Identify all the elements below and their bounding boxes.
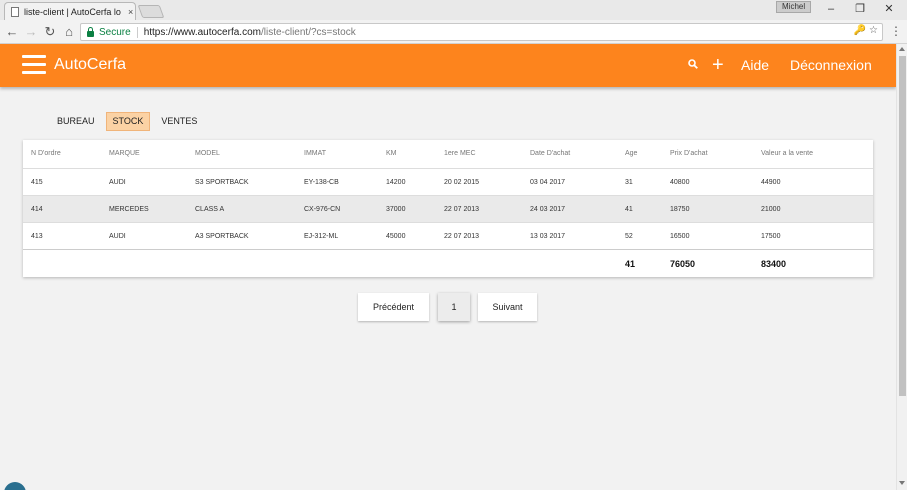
previous-page-button[interactable]: Précédent (358, 293, 429, 321)
column-header[interactable]: Prix D'achat (670, 140, 708, 168)
column-header[interactable]: Date D'achat (530, 140, 570, 168)
secure-label: Secure (99, 26, 131, 38)
table-cell: 415 (31, 179, 43, 186)
total-purchase-price: 76050 (670, 259, 696, 269)
table-cell: 03 04 2017 (530, 179, 566, 186)
table-cell: 20 02 2015 (444, 179, 480, 186)
table-cell: A3 SPORTBACK (195, 233, 249, 240)
lock-icon (87, 26, 94, 37)
help-link[interactable]: Aide (741, 57, 769, 73)
hamburger-menu-icon[interactable] (22, 55, 46, 75)
omnibox-divider (136, 26, 138, 38)
minimize-icon[interactable]: – (818, 1, 844, 17)
key-star-icons[interactable]: 🔑 ☆ (854, 25, 878, 36)
table-cell: 18750 (670, 206, 690, 213)
table-cell: 14200 (386, 179, 406, 186)
current-page-button[interactable]: 1 (438, 293, 470, 321)
table-cell: CX-976-CN (304, 206, 341, 213)
restore-icon[interactable]: ❐ (847, 1, 873, 17)
close-tab-icon[interactable]: × (128, 7, 133, 17)
column-header[interactable]: 1ere MEC (444, 140, 476, 168)
table-cell: 22 07 2013 (444, 206, 480, 213)
next-page-button[interactable]: Suivant (478, 293, 537, 321)
table-cell: 17500 (761, 233, 781, 240)
page-icon (11, 6, 19, 17)
table-cell: 37000 (386, 206, 406, 213)
app-header: AutoCerfa + Aide Déconnexion (0, 44, 896, 87)
column-header[interactable]: MARQUE (109, 140, 140, 168)
home-icon[interactable]: ⌂ (61, 24, 77, 40)
column-header[interactable]: Valeur a la vente (761, 140, 813, 168)
column-header[interactable]: Age (625, 140, 637, 168)
tab-ventes[interactable]: VENTES (155, 112, 203, 131)
table-cell: 45000 (386, 233, 406, 240)
search-icon[interactable] (688, 59, 698, 69)
scroll-up-icon[interactable] (899, 47, 905, 51)
table-cell: 16500 (670, 233, 690, 240)
tab-bureau[interactable]: BUREAU (51, 112, 101, 131)
column-header[interactable]: MODEL (195, 140, 220, 168)
url-path: /liste-client/?cs=stock (260, 26, 356, 38)
table-cell: 414 (31, 206, 43, 213)
table-cell: 31 (625, 179, 633, 186)
column-header[interactable]: KM (386, 140, 397, 168)
floating-badge[interactable] (4, 482, 26, 490)
url-host: https://www.autocerfa.com (143, 26, 261, 38)
browser-tab[interactable]: liste-client | AutoCerfa lo × (4, 2, 136, 20)
back-icon[interactable]: ← (4, 24, 20, 40)
table-cell: EY-138-CB (304, 179, 339, 186)
close-window-icon[interactable]: ✕ (876, 1, 902, 17)
table-cell: 21000 (761, 206, 781, 213)
stock-table: N D'ordre MARQUE MODEL IMMAT KM 1ere MEC… (23, 140, 873, 277)
brand-logo[interactable]: AutoCerfa (54, 56, 126, 74)
totals-row: 41 76050 83400 (23, 249, 873, 277)
table-cell: AUDI (109, 179, 126, 186)
total-age: 41 (625, 259, 636, 269)
table-cell: S3 SPORTBACK (195, 179, 249, 186)
tab-title: liste-client | AutoCerfa lo (24, 6, 121, 17)
new-tab-button[interactable] (137, 5, 165, 18)
page-scrollbar[interactable] (896, 44, 907, 490)
logout-link[interactable]: Déconnexion (790, 57, 872, 73)
view-tabs: BUREAU STOCK VENTES (51, 112, 208, 131)
scroll-down-icon[interactable] (899, 481, 905, 485)
column-header[interactable]: N D'ordre (31, 140, 61, 168)
table-cell: 13 03 2017 (530, 233, 566, 240)
table-cell: 40800 (670, 179, 690, 186)
table-header-row: N D'ordre MARQUE MODEL IMMAT KM 1ere MEC… (23, 140, 873, 168)
scroll-thumb[interactable] (899, 56, 906, 396)
url-input[interactable]: Secure https://www.autocerfa.com /liste-… (80, 23, 883, 41)
table-row[interactable]: 415 AUDI S3 SPORTBACK EY-138-CB 14200 20… (23, 168, 873, 195)
table-cell: 41 (625, 206, 633, 213)
table-cell: EJ-312-ML (304, 233, 339, 240)
browser-tabstrip: liste-client | AutoCerfa lo × Michel – ❐… (0, 0, 907, 20)
address-bar: ← → ↻ ⌂ Secure https://www.autocerfa.com… (0, 20, 907, 44)
tab-stock[interactable]: STOCK (105, 112, 151, 131)
table-cell: 52 (625, 233, 633, 240)
table-cell: 22 07 2013 (444, 233, 480, 240)
total-sale-value: 83400 (761, 259, 787, 269)
browser-menu-icon[interactable]: ⋮ (890, 24, 902, 38)
table-cell: AUDI (109, 233, 126, 240)
table-row[interactable]: 413 AUDI A3 SPORTBACK EJ-312-ML 45000 22… (23, 222, 873, 249)
table-cell: CLASS A (195, 206, 225, 213)
forward-icon[interactable]: → (23, 24, 39, 40)
add-icon[interactable]: + (712, 52, 724, 78)
table-cell: 24 03 2017 (530, 206, 566, 213)
reload-icon[interactable]: ↻ (42, 24, 58, 40)
user-badge[interactable]: Michel (776, 1, 812, 13)
table-cell: 44900 (761, 179, 781, 186)
table-row[interactable]: 414 MERCEDES CLASS A CX-976-CN 37000 22 … (23, 195, 873, 222)
table-cell: MERCEDES (109, 206, 149, 213)
column-header[interactable]: IMMAT (304, 140, 326, 168)
table-cell: 413 (31, 233, 43, 240)
